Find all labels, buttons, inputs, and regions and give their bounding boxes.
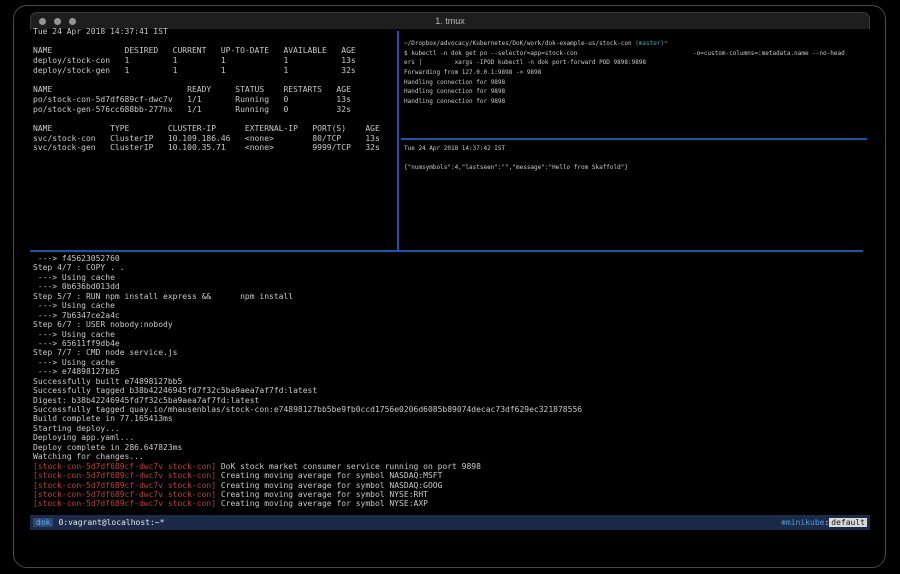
window-title: 1. tmux: [31, 16, 869, 26]
terminal-line: ---> Using cache: [33, 301, 867, 310]
terminal-line: Successfully tagged b38b42246945fd7f32c5…: [33, 386, 867, 395]
terminal-line: Handling connection for 9898: [404, 87, 868, 97]
terminal-line: Successfully tagged quay.io/mhausenblas/…: [33, 405, 867, 414]
docker-build-output: ---> f45623052760Step 4/7 : COPY . . ---…: [33, 254, 867, 462]
terminal-line: Digest: b38b42246945fd7f32c5ba9aea7af7fd…: [33, 396, 867, 405]
terminal-line: ---> Using cache: [33, 273, 867, 282]
terminal-line: Deploying app.yaml...: [33, 433, 867, 442]
terminal-line: Step 7/7 : CMD node service.js: [33, 348, 867, 357]
pod-log-text: Creating moving average for symbol NASDA…: [216, 481, 442, 490]
kube-namespace: default: [829, 518, 867, 527]
terminal-line: [404, 154, 868, 164]
pod-log-text: Creating moving average for symbol NASDA…: [216, 471, 442, 480]
pod-log-line: [stock-con-5d7df689cf-dwc7v stock-con] C…: [33, 490, 867, 499]
maximize-button[interactable]: [69, 18, 76, 25]
pod-log-prefix: [stock-con-5d7df689cf-dwc7v stock-con]: [33, 490, 216, 499]
terminal-line: ---> 65611ff9db4e: [33, 339, 867, 348]
terminal-line: [33, 75, 395, 85]
terminal-line: deploy/stock-con 1 1 1 1 13s: [33, 56, 395, 66]
terminal-line: Step 4/7 : COPY . .: [33, 263, 867, 272]
pod-log-prefix: [stock-con-5d7df689cf-dwc7v stock-con]: [33, 462, 216, 471]
terminal-line: Watching for changes...: [33, 452, 867, 461]
pane-kubectl-watch[interactable]: Tue 24 Apr 2018 14:37:41 IST NAME DESIRED…: [33, 27, 395, 153]
terminal-line: ---> 0b636bd013dd: [33, 282, 867, 291]
terminal-line: [33, 114, 395, 124]
terminal-line: Tue 24 Apr 2018 14:37:42 IST: [404, 144, 868, 154]
git-branch: (master): [635, 40, 664, 47]
terminal-line: NAME READY STATUS RESTARTS AGE: [33, 85, 395, 95]
pod-log-text: DoK stock market consumer service runnin…: [216, 462, 481, 471]
terminal-line: svc/stock-con ClusterIP 10.109.186.46 <n…: [33, 134, 395, 144]
terminal-line: po/stock-gen-576cc688bb-277hx 1/1 Runnin…: [33, 105, 395, 115]
pod-log-prefix: [stock-con-5d7df689cf-dwc7v stock-con]: [33, 481, 216, 490]
pod-log-text: Creating moving average for symbol NYSE:…: [216, 490, 428, 499]
pod-log-prefix: [stock-con-5d7df689cf-dwc7v stock-con]: [33, 499, 216, 508]
terminal-line: ---> e74898127bb5: [33, 367, 867, 376]
terminal-line: ers | xargs -IPOD kubectl -n dok port-fo…: [404, 58, 868, 68]
tmux-status-bar: dok0:vagrant@localhost:~* ⊛minikube:defa…: [30, 515, 870, 530]
terminal-line: Step 6/7 : USER nobody:nobody: [33, 320, 867, 329]
terminal-line: ---> 7b6347ce2a4c: [33, 311, 867, 320]
pane-divider-vertical[interactable]: [397, 31, 399, 250]
terminal-line: ---> f45623052760: [33, 254, 867, 263]
shell-prompt-line: ~/Dropbox/advocacy/Kubernetes/DoK/work/d…: [404, 39, 868, 49]
pod-log-text: Creating moving average for symbol NYSE:…: [216, 499, 428, 508]
pod-log-line: [stock-con-5d7df689cf-dwc7v stock-con] C…: [33, 471, 867, 480]
close-button[interactable]: [39, 18, 46, 25]
port-forward-output: $ kubectl -n dok get po --selector=app=s…: [404, 49, 868, 107]
pod-log-prefix: [stock-con-5d7df689cf-dwc7v stock-con]: [33, 471, 216, 480]
git-dirty-flag: *: [664, 40, 668, 47]
terminal-line: Tue 24 Apr 2018 14:37:41 IST: [33, 27, 395, 37]
pod-log-line: [stock-con-5d7df689cf-dwc7v stock-con] C…: [33, 499, 867, 508]
terminal-line: ---> Using cache: [33, 358, 867, 367]
pane-divider-main-horizontal[interactable]: [30, 250, 863, 252]
terminal-line: $ kubectl -n dok get po --selector=app=s…: [404, 49, 868, 59]
terminal-line: Handling connection for 9898: [404, 78, 868, 88]
terminal-line: Deploy complete in 286.647823ms: [33, 443, 867, 452]
pane-divider-right-horizontal[interactable]: [401, 138, 867, 140]
terminal-line: Build complete in 77.165413ms: [33, 414, 867, 423]
prompt-path: ~/Dropbox/advocacy/Kubernetes/DoK/work/d…: [404, 40, 635, 47]
pod-log-line: [stock-con-5d7df689cf-dwc7v stock-con] D…: [33, 462, 867, 471]
terminal-line: [33, 37, 395, 47]
terminal-line: Step 5/7 : RUN npm install express && np…: [33, 292, 867, 301]
pane-curl-output[interactable]: Tue 24 Apr 2018 14:37:42 IST {"numsymbols…: [404, 144, 868, 173]
pane-skaffold-build[interactable]: ---> f45623052760Step 4/7 : COPY . . ---…: [33, 254, 867, 509]
terminal-line: svc/stock-gen ClusterIP 10.100.35.71 <no…: [33, 143, 395, 153]
tmux-session-name[interactable]: dok: [33, 518, 53, 527]
minimize-button[interactable]: [54, 18, 61, 25]
terminal-line: Forwarding from 127.0.0.1:9898 -> 9898: [404, 68, 868, 78]
terminal-line: deploy/stock-gen 1 1 1 1 32s: [33, 66, 395, 76]
terminal-line: Handling connection for 9898: [404, 97, 868, 107]
terminal-line: {"numsymbols":4,"lastseen":"","message":…: [404, 163, 868, 173]
terminal-line: NAME DESIRED CURRENT UP-TO-DATE AVAILABL…: [33, 46, 395, 56]
pane-port-forward[interactable]: ~/Dropbox/advocacy/Kubernetes/DoK/work/d…: [404, 39, 868, 107]
tmux-window-label[interactable]: 0:vagrant@localhost:~*: [58, 518, 164, 527]
terminal-line: NAME TYPE CLUSTER-IP EXTERNAL-IP PORT(S)…: [33, 124, 395, 134]
terminal-line: ---> Using cache: [33, 330, 867, 339]
terminal-line: po/stock-con-5d7df689cf-dwc7v 1/1 Runnin…: [33, 95, 395, 105]
pod-log-line: [stock-con-5d7df689cf-dwc7v stock-con] C…: [33, 481, 867, 490]
terminal-line: Successfully built e74898127bb5: [33, 377, 867, 386]
terminal-line: Starting deploy...: [33, 424, 867, 433]
kube-context: minikube: [786, 518, 825, 527]
